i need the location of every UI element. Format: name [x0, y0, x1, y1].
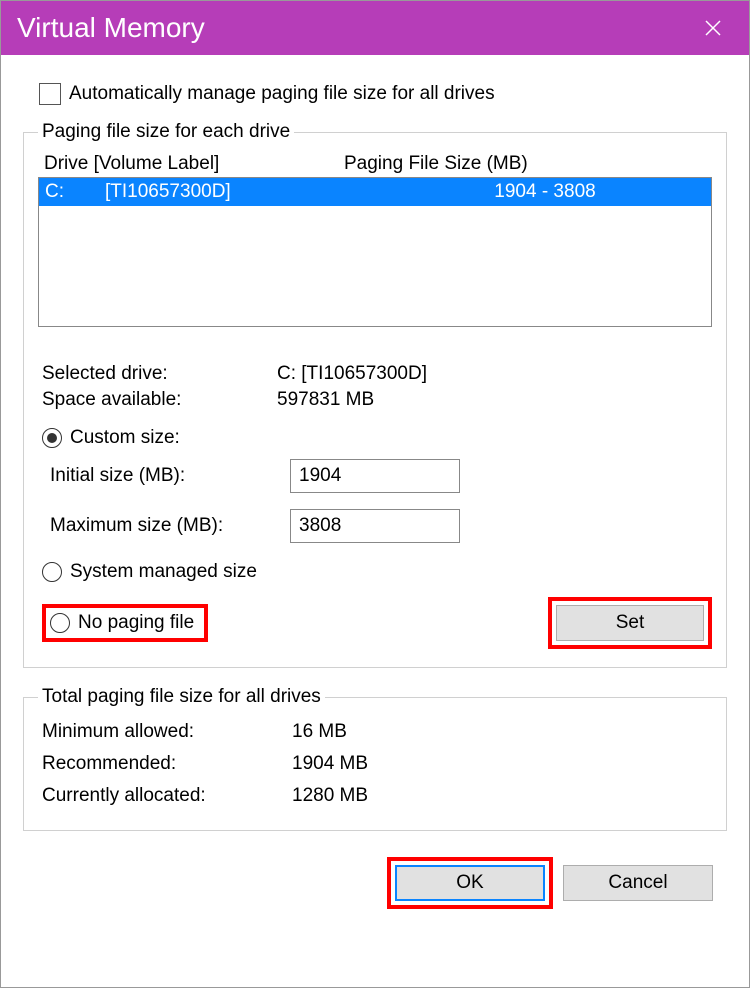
auto-manage-checkbox[interactable]: [39, 83, 61, 105]
ok-button-highlight: OK: [387, 857, 553, 909]
no-paging-and-set-row: No paging file Set: [42, 597, 712, 649]
maximum-size-label: Maximum size (MB):: [50, 515, 290, 537]
selected-drive-info: Selected drive: C: [TI10657300D] Space a…: [42, 361, 712, 413]
drive-paging-size: 1904 - 3808: [385, 181, 705, 203]
header-paging-size: Paging File Size (MB): [344, 153, 706, 175]
paging-per-drive-group: Paging file size for each drive Drive [V…: [23, 121, 727, 668]
custom-size-label: Custom size:: [70, 427, 180, 449]
drive-list-header: Drive [Volume Label] Paging File Size (M…: [38, 151, 712, 177]
close-icon: [704, 19, 722, 37]
cancel-button[interactable]: Cancel: [563, 865, 713, 901]
system-managed-radio-row: System managed size: [42, 561, 712, 583]
ok-button[interactable]: OK: [395, 865, 545, 901]
drive-volume-label: [TI10657300D]: [105, 181, 385, 203]
no-paging-radio[interactable]: [50, 613, 70, 633]
min-allowed-value: 16 MB: [292, 721, 347, 743]
virtual-memory-dialog: Virtual Memory Automatically manage pagi…: [0, 0, 750, 988]
drive-row[interactable]: C: [TI10657300D] 1904 - 3808: [39, 178, 711, 206]
custom-size-radio[interactable]: [42, 428, 62, 448]
total-paging-group: Total paging file size for all drives Mi…: [23, 686, 727, 831]
recommended-value: 1904 MB: [292, 753, 368, 775]
no-paging-highlight: No paging file: [42, 604, 208, 642]
system-managed-radio[interactable]: [42, 562, 62, 582]
selected-drive-value: C: [TI10657300D]: [277, 363, 712, 385]
maximum-size-input[interactable]: [290, 509, 460, 543]
titlebar: Virtual Memory: [1, 1, 749, 55]
initial-size-row: Initial size (MB):: [50, 459, 712, 493]
paging-per-drive-legend: Paging file size for each drive: [38, 121, 294, 143]
currently-allocated-label: Currently allocated:: [42, 785, 292, 807]
set-button-highlight: Set: [548, 597, 712, 649]
system-managed-label: System managed size: [70, 561, 257, 583]
auto-manage-label: Automatically manage paging file size fo…: [69, 83, 495, 105]
initial-size-input[interactable]: [290, 459, 460, 493]
no-paging-label: No paging file: [78, 612, 194, 634]
initial-size-label: Initial size (MB):: [50, 465, 290, 487]
header-drive: Drive [Volume Label]: [44, 153, 344, 175]
close-button[interactable]: [693, 8, 733, 48]
set-button[interactable]: Set: [556, 605, 704, 641]
selected-drive-label: Selected drive:: [42, 363, 277, 385]
dialog-footer: OK Cancel: [23, 849, 727, 923]
drive-letter: C:: [45, 181, 105, 203]
recommended-label: Recommended:: [42, 753, 292, 775]
total-paging-legend: Total paging file size for all drives: [38, 686, 325, 708]
auto-manage-row: Automatically manage paging file size fo…: [39, 83, 727, 105]
maximum-size-row: Maximum size (MB):: [50, 509, 712, 543]
space-available-label: Space available:: [42, 389, 277, 411]
window-title: Virtual Memory: [17, 12, 205, 44]
space-available-value: 597831 MB: [277, 389, 712, 411]
drive-list[interactable]: C: [TI10657300D] 1904 - 3808: [38, 177, 712, 327]
currently-allocated-value: 1280 MB: [292, 785, 368, 807]
dialog-content: Automatically manage paging file size fo…: [1, 55, 749, 987]
custom-size-radio-row: Custom size:: [42, 427, 712, 449]
min-allowed-label: Minimum allowed:: [42, 721, 292, 743]
